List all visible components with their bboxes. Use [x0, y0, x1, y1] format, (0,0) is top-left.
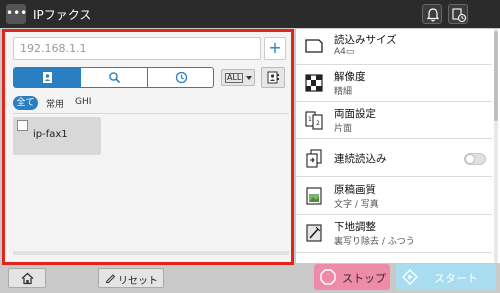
- filter-ghi[interactable]: GHI: [75, 97, 91, 107]
- setting-label: 下地調整: [334, 221, 376, 233]
- setting-label: 読込みサイズ: [334, 34, 397, 46]
- duplex-icon: 1 2: [305, 111, 323, 130]
- chevron-down-icon: [246, 76, 252, 80]
- scrollbar-thumb[interactable]: [494, 31, 498, 121]
- destination-name: ip-fax1: [33, 129, 68, 140]
- tab-search[interactable]: [81, 68, 148, 87]
- setting-value: 精細: [334, 87, 353, 97]
- start-label: スタート: [434, 272, 478, 285]
- filter-dropdown[interactable]: ALL: [221, 69, 255, 86]
- stop-icon: [320, 269, 336, 285]
- notification-button[interactable]: [422, 4, 442, 24]
- title-bar: ••• IPファクス: [0, 0, 500, 28]
- add-destination-button[interactable]: +: [264, 37, 286, 60]
- setting-duplex[interactable]: 1 2 両面設定 片面: [296, 102, 492, 139]
- resolution-icon: [305, 74, 323, 92]
- job-status-icon: [452, 8, 467, 23]
- address-input[interactable]: 192.168.1.1: [13, 37, 261, 60]
- setting-label: 連続読込み: [334, 153, 387, 165]
- setting-resolution[interactable]: 解像度 精細: [296, 65, 492, 102]
- reset-button[interactable]: リセット: [98, 268, 164, 288]
- setting-scan-size[interactable]: 読込みサイズ A4▭: [296, 29, 492, 65]
- list-footer: [13, 251, 289, 255]
- setting-value: A4▭: [334, 47, 355, 57]
- destination-checkbox[interactable]: [17, 120, 28, 131]
- destination-card[interactable]: ip-fax1: [13, 117, 101, 155]
- history-icon: [175, 71, 188, 84]
- original-quality-icon: [306, 187, 322, 205]
- addressbook-register-icon: [267, 71, 279, 84]
- setting-value: 文字 / 写真: [334, 200, 379, 210]
- start-button[interactable]: スタート: [396, 264, 496, 290]
- search-icon: [109, 72, 121, 84]
- filter-common[interactable]: 常用: [46, 97, 64, 110]
- setting-label: 両面設定: [334, 108, 376, 120]
- setting-label: 解像度: [334, 71, 366, 83]
- setting-background-adjust[interactable]: 下地調整 裏写り除去 / ふつう: [296, 215, 492, 253]
- scan-size-icon: [305, 39, 323, 53]
- setting-continuous-scan[interactable]: 連続読込み: [296, 139, 492, 177]
- filter-dropdown-label: ALL: [225, 73, 244, 83]
- bell-icon: [426, 8, 440, 22]
- continuous-scan-icon: [306, 149, 322, 168]
- destination-panel: 192.168.1.1 + ALL 全て 常用 GHI ip-fax1: [2, 29, 294, 265]
- setting-value: 裏写り除去 / ふつう: [334, 237, 415, 247]
- svg-text:2: 2: [316, 120, 320, 127]
- pencil-icon: [105, 274, 116, 283]
- destination-tabs: [13, 67, 214, 88]
- divider: [13, 113, 289, 114]
- tab-history[interactable]: [148, 68, 213, 87]
- stop-button[interactable]: ストップ: [314, 264, 390, 290]
- svg-text:1: 1: [308, 116, 312, 123]
- menu-button[interactable]: •••: [6, 4, 27, 24]
- home-button[interactable]: [8, 268, 46, 288]
- continuous-scan-toggle[interactable]: [464, 153, 486, 165]
- background-adjust-icon: [306, 224, 322, 242]
- stop-label: ストップ: [342, 272, 386, 285]
- tab-addressbook[interactable]: [14, 68, 81, 87]
- filter-all[interactable]: 全て: [13, 96, 38, 110]
- job-status-button[interactable]: [448, 4, 468, 24]
- reset-label: リセット: [118, 276, 158, 287]
- home-icon: [21, 272, 34, 285]
- setting-value: 片面: [334, 124, 353, 134]
- start-icon: [402, 269, 418, 285]
- addressbook-icon: [43, 72, 52, 83]
- addressbook-register-button[interactable]: [261, 67, 285, 88]
- settings-panel: 読込みサイズ A4▭ 解像度 精細 1 2 両面設定 片面 連続読込み 原稿画質…: [296, 29, 500, 263]
- setting-label: 原稿画質: [334, 184, 376, 196]
- setting-original-quality[interactable]: 原稿画質 文字 / 写真: [296, 177, 492, 215]
- app-title: IPファクス: [33, 8, 92, 22]
- toggle-knob: [465, 154, 475, 164]
